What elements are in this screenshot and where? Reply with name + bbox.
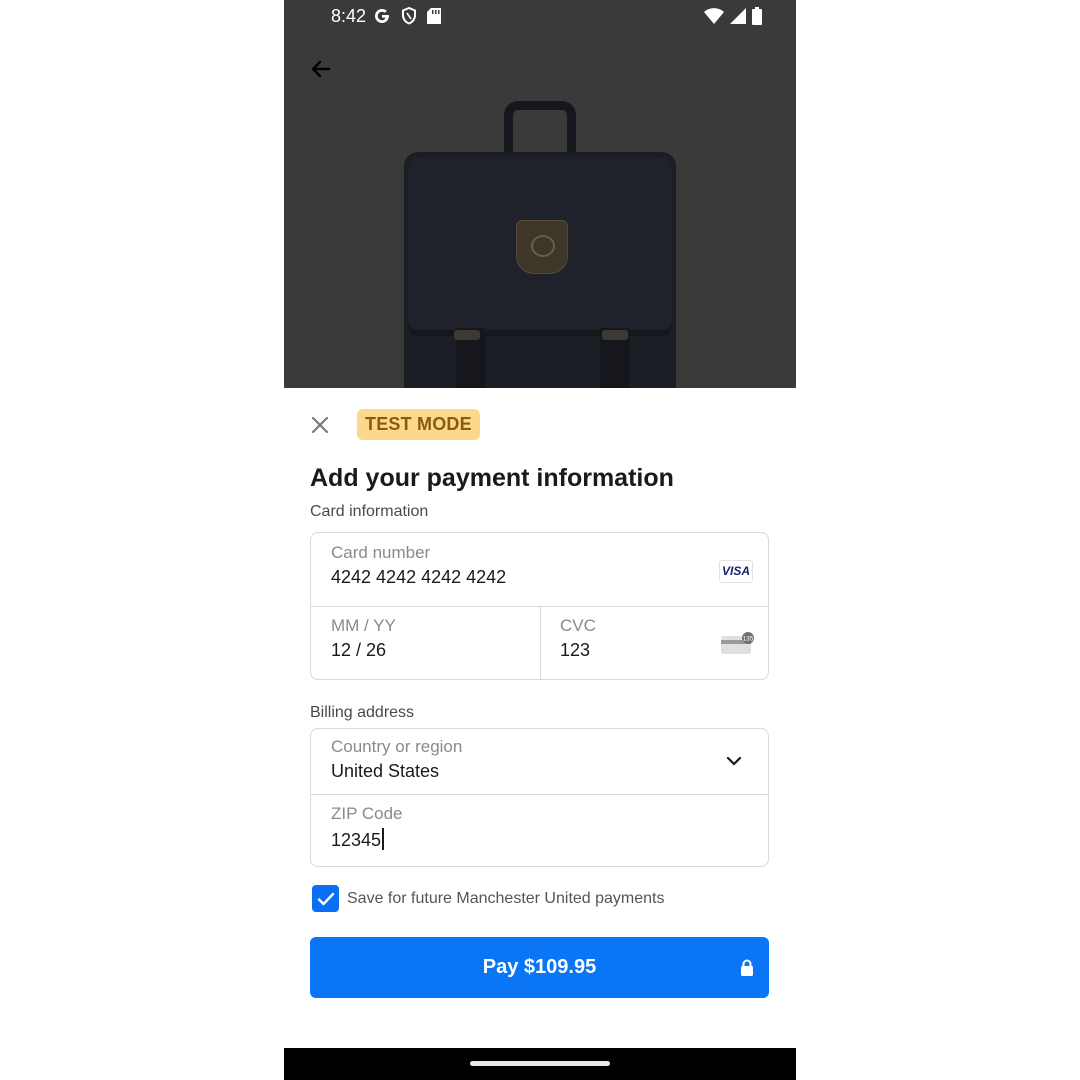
back-button[interactable]	[306, 54, 336, 84]
country-value[interactable]: United States	[331, 761, 439, 782]
close-button[interactable]	[308, 413, 332, 437]
phone-screen: 8:42 TEST MODE Add your payment informat…	[284, 0, 796, 1080]
bag-handle	[504, 101, 576, 159]
expiry-label: MM / YY	[331, 616, 396, 635]
card-section-label: Card information	[310, 503, 429, 520]
status-bar: 8:42	[284, 0, 796, 34]
country-label: Country or region	[331, 737, 463, 756]
page-title: Add your payment information	[310, 464, 674, 492]
close-icon	[311, 416, 329, 434]
card-information-box: Card number 4242 4242 4242 4242 VISA MM …	[310, 532, 769, 680]
cvc-value[interactable]: 123	[560, 640, 590, 661]
test-mode-badge: TEST MODE	[357, 409, 480, 440]
visa-icon: VISA	[719, 560, 753, 583]
cvc-card-icon: 135	[721, 632, 754, 654]
card-number-field[interactable]: Card number 4242 4242 4242 4242 VISA	[311, 533, 768, 607]
zip-value[interactable]: 12345	[331, 830, 381, 850]
status-icons-left	[373, 7, 441, 25]
zip-field[interactable]: ZIP Code 12345	[311, 794, 768, 867]
save-checkbox[interactable]	[312, 885, 339, 912]
expiry-field[interactable]: MM / YY 12 / 26	[311, 606, 541, 680]
status-time: 8:42	[331, 6, 367, 26]
country-select[interactable]: Country or region United States	[311, 729, 768, 795]
checkmark-icon	[317, 892, 334, 905]
product-image-area: 8:42	[284, 0, 796, 388]
cvc-field[interactable]: CVC 123 135	[540, 606, 769, 680]
home-gesture-pill[interactable]	[470, 1061, 610, 1066]
billing-address-box: Country or region United States ZIP Code…	[310, 728, 769, 867]
card-number-value[interactable]: 4242 4242 4242 4242	[331, 567, 506, 588]
arrow-back-icon	[311, 60, 331, 78]
signal-icon	[730, 8, 746, 24]
lock-icon	[741, 959, 753, 976]
text-caret	[382, 828, 385, 850]
google-icon	[375, 8, 389, 23]
zip-value-wrap[interactable]: 12345	[331, 828, 385, 851]
wifi-icon	[704, 8, 724, 24]
chevron-down-icon[interactable]	[724, 751, 744, 771]
bag-buckle-left	[454, 330, 480, 340]
sd-card-icon	[427, 8, 441, 24]
bag-logo	[516, 220, 568, 274]
zip-label: ZIP Code	[331, 804, 403, 823]
expiry-value[interactable]: 12 / 26	[331, 640, 386, 661]
system-nav-bar	[284, 1048, 796, 1080]
shield-icon	[402, 7, 416, 25]
status-icons-right	[704, 7, 762, 25]
cvc-icon-text: 135	[743, 636, 754, 643]
pay-button-label: Pay $109.95	[482, 956, 597, 978]
cvc-label: CVC	[560, 616, 596, 635]
bag-buckle-right	[602, 330, 628, 340]
save-payment-row[interactable]: Save for future Manchester United paymen…	[312, 885, 665, 912]
save-label: Save for future Manchester United paymen…	[347, 889, 665, 907]
card-number-label: Card number	[331, 543, 431, 562]
payment-sheet: TEST MODE Add your payment information C…	[284, 388, 796, 1048]
pay-button[interactable]: Pay $109.95	[310, 937, 769, 998]
billing-section-label: Billing address	[310, 704, 415, 721]
battery-icon	[752, 7, 762, 25]
card-row-expiry-cvc: MM / YY 12 / 26 CVC 123 135	[311, 606, 768, 680]
